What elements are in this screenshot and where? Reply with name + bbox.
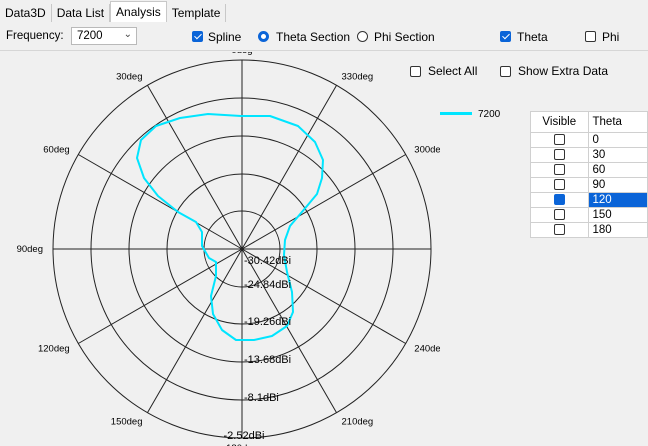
grid-spoke [147,248,243,413]
ring-label: -13.68dBi [244,354,291,366]
angle-label: 120deg [38,344,70,355]
visible-checkbox[interactable] [553,194,565,206]
ring-label: -8.1dBi [244,392,279,404]
theta-section-radio[interactable] [258,31,269,42]
header-theta[interactable]: Theta [587,111,648,133]
table-row[interactable]: 90 [530,177,648,193]
visible-checkbox[interactable] [553,149,565,161]
angle-label: 210deg [342,416,374,427]
table-header-row: Visible Theta [530,111,648,133]
tab-template[interactable]: Template [167,4,227,22]
table-row[interactable]: 0 [530,132,648,148]
angle-label: 300deg [414,145,440,156]
theta-cell[interactable]: 180 [587,222,648,238]
phi-section-label: Phi Section [374,30,435,44]
theta-cell[interactable]: 150 [587,207,648,223]
angle-label: 90deg [17,244,43,255]
legend-label: 7200 [478,109,501,120]
angle-label: 240deg [414,344,440,355]
frequency-label: Frequency: [6,30,64,42]
phi-section-radio[interactable] [357,31,368,42]
theta-cell[interactable]: 90 [587,177,648,193]
angle-label: 150deg [111,416,143,427]
tab-data3d[interactable]: Data3D [0,4,52,22]
ring-label: -2.52dBi [224,430,265,442]
theta-cell[interactable]: 0 [587,132,648,148]
grid-spoke [78,248,243,344]
angle-label: 0deg [231,52,252,56]
theta-cell[interactable]: 120 [587,192,648,208]
frequency-value: 7200 [77,30,103,42]
header-visible[interactable]: Visible [530,111,589,133]
tab-strip: Data3D Data List Analysis Template [0,0,648,22]
table-row[interactable]: 150 [530,207,648,223]
chevron-down-icon: ⌄ [123,29,132,40]
radiation-pattern-trace [136,113,324,341]
phi-label: Phi [602,30,620,44]
angle-label: 30deg [116,72,142,83]
table-row[interactable]: 180 [530,222,648,238]
theta-checkbox[interactable] [500,31,511,42]
table-row[interactable]: 60 [530,162,648,178]
theta-section-label: Theta Section [276,30,351,44]
phi-checkbox[interactable] [585,31,596,42]
spline-label: Spline [208,30,242,44]
ring-labels: -30.42dBi -24.84dBi -19.26dBi -13.68dBi -8.1… [224,255,292,442]
angle-label: 330deg [342,72,374,83]
legend-line [440,112,472,115]
visible-checkbox[interactable] [553,209,565,221]
ring-label: -30.42dBi [244,255,291,267]
visible-checkbox[interactable] [553,134,565,146]
visible-checkbox[interactable] [553,179,565,191]
table-row[interactable]: 30 [530,147,648,163]
tab-data-list[interactable]: Data List [52,4,111,22]
show-extra-data-checkbox[interactable] [500,66,511,77]
show-extra-data-label: Show Extra Data [518,64,609,78]
theta-label: Theta [517,30,548,44]
ring-label: -19.26dBi [244,316,291,328]
angle-label: 60deg [43,145,69,156]
ring-label: -24.84dBi [244,279,291,291]
tab-analysis[interactable]: Analysis [110,1,167,22]
grid-spoke [241,154,406,250]
theta-cell[interactable]: 60 [587,162,648,178]
visible-checkbox[interactable] [553,224,565,236]
grid-spoke [241,248,337,413]
grid-spoke [147,85,243,250]
table-row[interactable]: 120 [530,192,648,208]
grid-spoke [78,154,243,250]
spline-checkbox[interactable] [192,31,203,42]
visible-checkbox[interactable] [553,164,565,176]
toolbar: Frequency: 7200 ⌄ Spline Theta Section P… [0,22,648,51]
frequency-select[interactable]: 7200 ⌄ [71,27,137,45]
polar-plot: 0deg330deg300deg270deg240deg210deg180deg… [17,52,440,446]
theta-table: Visible Theta 0 30 60 90 120 150 180 [530,111,648,238]
theta-cell[interactable]: 30 [587,147,648,163]
